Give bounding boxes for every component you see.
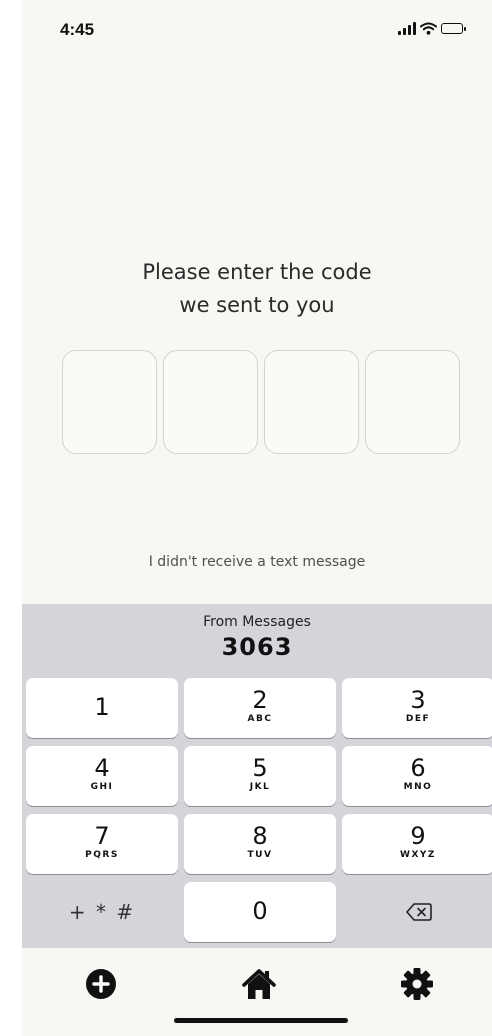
key-letters: TUV (247, 850, 273, 860)
key-9[interactable]: 9 WXYZ (342, 814, 492, 874)
numeric-keyboard: From Messages 3063 1 2 ABC 3 DEF 4 GHI 5… (22, 604, 492, 948)
delete-key[interactable] (342, 882, 492, 942)
autofill-suggestion[interactable]: From Messages 3063 (22, 612, 492, 662)
key-letters: PQRS (85, 850, 119, 860)
key-2[interactable]: 2 ABC (184, 678, 336, 738)
key-letters: ABC (247, 714, 273, 724)
key-digit: 4 (94, 754, 110, 782)
battery-icon (441, 23, 466, 34)
key-letters: DEF (405, 714, 431, 724)
suggestion-code: 3063 (221, 633, 293, 661)
key-5[interactable]: 5 JKL (184, 746, 336, 806)
resend-code-link[interactable]: I didn't receive a text message (22, 554, 492, 570)
code-digit-4[interactable] (365, 350, 460, 454)
code-digit-3[interactable] (264, 350, 359, 454)
status-bar: 4:45 (22, 0, 492, 60)
status-time: 4:45 (60, 20, 95, 39)
plus-circle-icon[interactable] (83, 966, 119, 1002)
key-4[interactable]: 4 GHI (26, 746, 178, 806)
key-digit: 1 (94, 693, 110, 721)
bottom-nav (22, 948, 492, 1036)
key-digit: 2 (252, 686, 268, 714)
key-letters: WXYZ (400, 850, 436, 860)
key-digit: 0 (252, 897, 268, 925)
symbols-key[interactable]: + * # (26, 882, 178, 942)
key-3[interactable]: 3 DEF (342, 678, 492, 738)
key-letters: GHI (90, 782, 114, 792)
key-letters: MNO (403, 782, 433, 792)
page-title: Please enter the code we sent to you (22, 256, 492, 322)
backspace-icon (406, 903, 432, 921)
code-digit-1[interactable] (62, 350, 157, 454)
key-digit: 3 (410, 686, 426, 714)
title-line-1: Please enter the code (142, 260, 372, 284)
status-icons (398, 22, 466, 35)
gear-icon[interactable] (399, 966, 435, 1002)
key-8[interactable]: 8 TUV (184, 814, 336, 874)
code-digit-2[interactable] (163, 350, 258, 454)
title-line-2: we sent to you (179, 293, 335, 317)
home-icon[interactable] (241, 966, 277, 1002)
phone-screen: 4:45 Please enter the code we sent to yo… (22, 0, 492, 1036)
key-1[interactable]: 1 (26, 678, 178, 738)
key-digit: 5 (252, 754, 268, 782)
wifi-icon (420, 22, 437, 35)
home-indicator[interactable] (174, 1018, 348, 1023)
key-digit: 9 (410, 822, 426, 850)
key-letters: JKL (249, 782, 271, 792)
suggestion-source: From Messages (203, 614, 311, 630)
key-7[interactable]: 7 PQRS (26, 814, 178, 874)
key-0[interactable]: 0 (184, 882, 336, 942)
symbols-label: + * # (68, 900, 136, 924)
signal-bars-icon (398, 22, 416, 35)
key-digit: 8 (252, 822, 268, 850)
key-digit: 7 (94, 822, 110, 850)
code-input-group (62, 350, 460, 454)
key-digit: 6 (410, 754, 426, 782)
key-6[interactable]: 6 MNO (342, 746, 492, 806)
